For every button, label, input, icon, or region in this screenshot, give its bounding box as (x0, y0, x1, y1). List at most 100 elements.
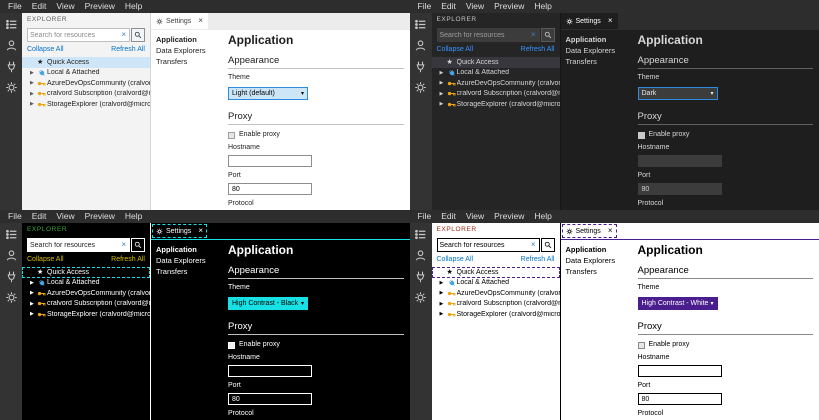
tree-item-account-1[interactable]: ▶ AzureDevOpsCommunity (cralvord@microso… (432, 78, 560, 89)
expand-chevron-icon[interactable]: ▶ (440, 80, 447, 86)
nav-application[interactable]: Application (566, 34, 638, 45)
refresh-all-link[interactable]: Refresh All (521, 256, 555, 263)
nav-transfers[interactable]: Transfers (156, 266, 228, 277)
menu-preview[interactable]: Preview (489, 210, 529, 223)
connect-plug-icon[interactable] (5, 60, 18, 73)
menu-view[interactable]: View (461, 0, 489, 13)
menu-file[interactable]: File (3, 0, 27, 13)
tree-item-account-3[interactable]: ▶ StorageExplorer (cralvord@microsoft.co… (432, 309, 560, 320)
expand-chevron-icon[interactable]: ▶ (440, 70, 447, 76)
search-input[interactable] (30, 241, 121, 249)
account-person-icon[interactable] (414, 249, 427, 262)
clear-search-icon[interactable]: × (530, 241, 537, 249)
hostname-input[interactable] (637, 365, 722, 377)
menu-file[interactable]: File (413, 210, 437, 223)
nav-data-explorers[interactable]: Data Explorers (156, 45, 228, 56)
search-input[interactable] (439, 241, 530, 249)
menu-help[interactable]: Help (120, 0, 147, 13)
tab-settings[interactable]: Settings × (560, 13, 618, 29)
menu-view[interactable]: View (51, 0, 79, 13)
tree-item-account-2[interactable]: ▶ cralvord Subscription (cralvord@micros… (22, 299, 150, 310)
search-button[interactable] (131, 28, 145, 42)
tree-item-account-2[interactable]: ▶ cralvord Subscription (cralvord@micros… (432, 89, 560, 100)
menu-edit[interactable]: Edit (436, 0, 461, 13)
theme-select[interactable]: High Contrast - White ▾ (637, 297, 718, 310)
connect-plug-icon[interactable] (414, 60, 427, 73)
clear-search-icon[interactable]: × (120, 31, 127, 39)
explorer-list-icon[interactable] (5, 228, 18, 241)
menu-file[interactable]: File (413, 0, 437, 13)
nav-application[interactable]: Application (566, 244, 638, 255)
account-person-icon[interactable] (414, 39, 427, 52)
menu-view[interactable]: View (461, 210, 489, 223)
menu-preview[interactable]: Preview (489, 0, 529, 13)
expand-chevron-icon[interactable]: ▶ (440, 101, 447, 107)
nav-data-explorers[interactable]: Data Explorers (566, 45, 638, 56)
tab-settings[interactable]: Settings × (560, 223, 618, 239)
expand-chevron-icon[interactable]: ▶ (30, 91, 37, 97)
menu-help[interactable]: Help (120, 210, 147, 223)
connect-plug-icon[interactable] (5, 270, 18, 283)
menu-help[interactable]: Help (529, 0, 556, 13)
collapse-all-link[interactable]: Collapse All (437, 46, 474, 53)
tree-item-quick-access[interactable]: ★ Quick Access (431, 267, 560, 278)
tab-settings[interactable]: Settings × (151, 13, 208, 29)
explorer-list-icon[interactable] (414, 228, 427, 241)
port-input[interactable] (228, 183, 312, 195)
hostname-input[interactable] (228, 365, 312, 377)
search-button[interactable] (540, 238, 555, 252)
menu-help[interactable]: Help (529, 210, 556, 223)
tree-item-account-3[interactable]: ▶ StorageExplorer (cralvord@microsoft.co… (22, 99, 150, 110)
theme-select[interactable]: Light (default) ▾ (228, 87, 308, 100)
tree-item-quick-access[interactable]: ★ Quick Access (22, 57, 150, 68)
port-input[interactable] (637, 393, 722, 405)
tree-item-local-attached[interactable]: ▶ Local & Attached (432, 278, 560, 289)
expand-chevron-icon[interactable]: ▶ (440, 91, 447, 97)
account-person-icon[interactable] (5, 249, 18, 262)
enable-proxy-checkbox[interactable] (228, 131, 235, 139)
menu-view[interactable]: View (51, 210, 79, 223)
port-input[interactable] (637, 183, 722, 195)
expand-chevron-icon[interactable]: ▶ (30, 80, 37, 86)
account-person-icon[interactable] (5, 39, 18, 52)
search-button[interactable] (131, 238, 145, 252)
hostname-input[interactable] (637, 155, 722, 167)
menu-edit[interactable]: Edit (27, 0, 52, 13)
tree-item-quick-access[interactable]: ★ Quick Access (431, 57, 560, 68)
expand-chevron-icon[interactable]: ▶ (440, 311, 447, 317)
expand-chevron-icon[interactable]: ▶ (30, 101, 37, 107)
enable-proxy-checkbox[interactable] (637, 131, 645, 139)
nav-transfers[interactable]: Transfers (566, 56, 638, 67)
menu-preview[interactable]: Preview (80, 210, 120, 223)
nav-application[interactable]: Application (156, 34, 228, 45)
tab-settings[interactable]: Settings × (151, 223, 208, 239)
clear-search-icon[interactable]: × (120, 241, 127, 249)
settings-gear-icon[interactable] (5, 81, 18, 94)
expand-chevron-icon[interactable]: ▶ (30, 311, 37, 317)
tree-item-local-attached[interactable]: ▶ Local & Attached (432, 68, 560, 79)
theme-select[interactable]: High Contrast - Black ▾ (228, 297, 308, 310)
tree-item-account-1[interactable]: ▶ AzureDevOpsCommunity (cralvord@microso… (432, 288, 560, 299)
search-input[interactable] (439, 31, 530, 39)
settings-gear-icon[interactable] (5, 291, 18, 304)
clear-search-icon[interactable]: × (530, 31, 537, 39)
close-tab-icon[interactable]: × (198, 227, 203, 235)
nav-data-explorers[interactable]: Data Explorers (156, 255, 228, 266)
refresh-all-link[interactable]: Refresh All (111, 256, 145, 263)
menu-edit[interactable]: Edit (436, 210, 461, 223)
tree-item-account-1[interactable]: ▶ AzureDevOpsCommunity (cralvord@microso… (22, 78, 150, 89)
tree-item-account-3[interactable]: ▶ StorageExplorer (cralvord@microsoft.co… (22, 309, 150, 320)
menu-preview[interactable]: Preview (80, 0, 120, 13)
tree-item-local-attached[interactable]: ▶ Local & Attached (22, 278, 150, 289)
tree-item-local-attached[interactable]: ▶ Local & Attached (22, 68, 150, 79)
tree-item-account-2[interactable]: ▶ cralvord Subscription (cralvord@micros… (432, 299, 560, 310)
expand-chevron-icon[interactable]: ▶ (30, 290, 37, 296)
close-tab-icon[interactable]: × (608, 227, 613, 235)
refresh-all-link[interactable]: Refresh All (521, 46, 555, 53)
collapse-all-link[interactable]: Collapse All (27, 46, 64, 53)
expand-chevron-icon[interactable]: ▶ (30, 280, 37, 286)
tree-item-quick-access[interactable]: ★ Quick Access (22, 267, 150, 278)
nav-transfers[interactable]: Transfers (156, 56, 228, 67)
nav-data-explorers[interactable]: Data Explorers (566, 255, 638, 266)
tree-item-account-3[interactable]: ▶ StorageExplorer (cralvord@microsoft.co… (432, 99, 560, 110)
